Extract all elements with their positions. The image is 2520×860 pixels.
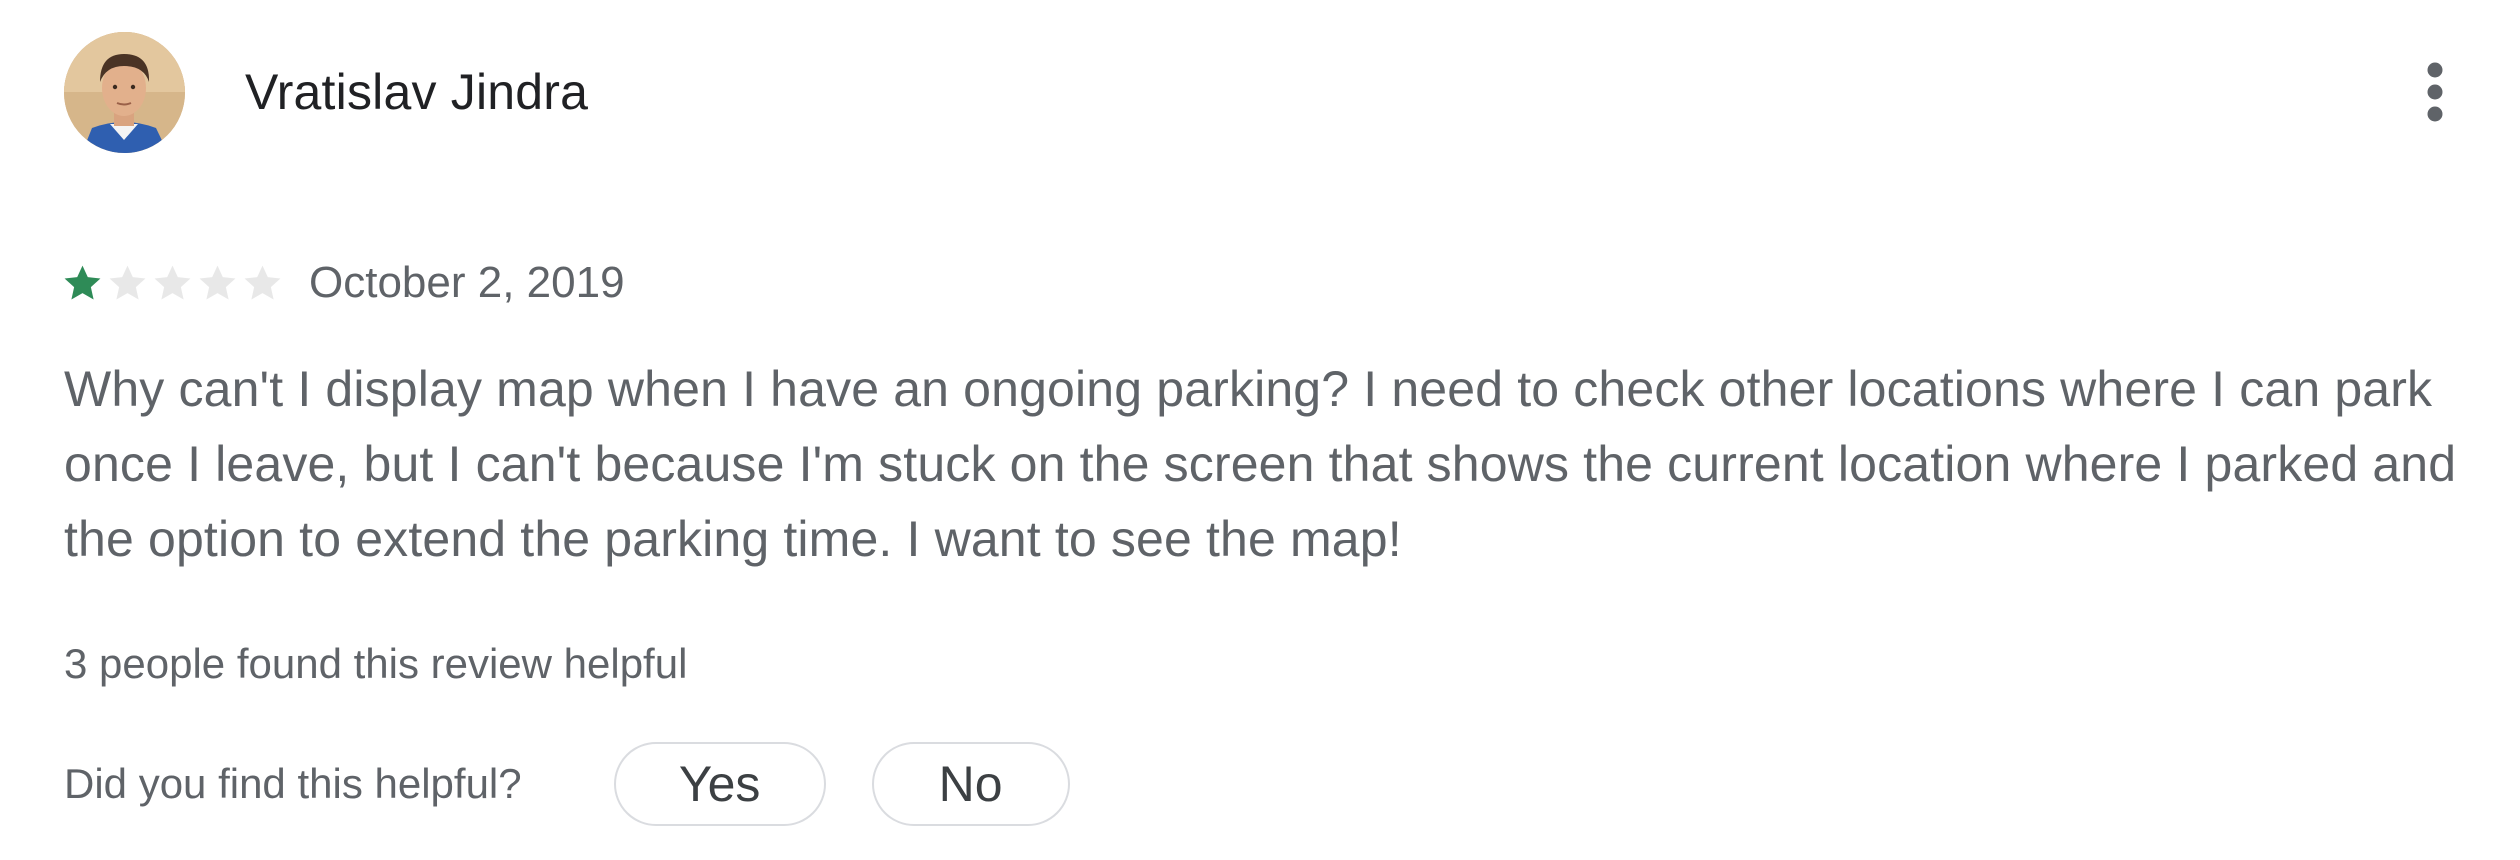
helpful-question: Did you find this helpful? <box>64 760 522 807</box>
review-card: Vratislav Jindra October 2, 2019 Why can… <box>0 0 2520 860</box>
star-rating <box>62 263 283 304</box>
star-empty-icon <box>109 265 146 300</box>
more-options-button[interactable] <box>2400 52 2470 132</box>
rating-row: October 2, 2019 <box>62 253 625 313</box>
helpful-count: 3 people found this review helpful <box>64 640 688 687</box>
star-filled-icon <box>64 265 101 300</box>
yes-button[interactable]: Yes <box>613 742 826 826</box>
no-button[interactable]: No <box>871 742 1070 826</box>
helpful-prompt-row: Did you find this helpful? Yes No <box>64 740 1070 828</box>
avatar <box>64 32 185 153</box>
review-text: Why can't I display map when I have an o… <box>64 361 2457 567</box>
reviewer-name: Vratislav Jindra <box>245 64 589 120</box>
star-empty-icon <box>199 265 236 300</box>
more-vert-icon <box>2427 62 2443 122</box>
star-empty-icon <box>154 265 191 300</box>
review-date: October 2, 2019 <box>309 258 625 307</box>
avatar-image <box>64 32 185 153</box>
star-empty-icon <box>244 265 281 300</box>
